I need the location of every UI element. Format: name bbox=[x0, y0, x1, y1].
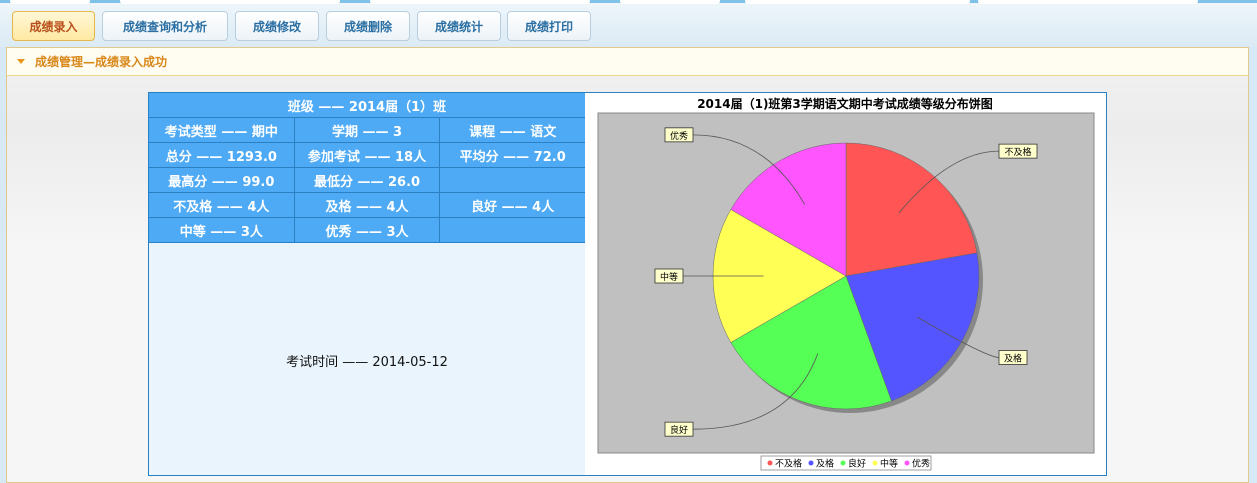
tab-score-modify[interactable]: 成绩修改 bbox=[235, 11, 319, 41]
slice-label-4: 优秀 bbox=[670, 130, 688, 142]
legend-label-3: 中等 bbox=[880, 458, 898, 470]
legend-marker-1 bbox=[808, 460, 814, 466]
class-title: 班级 —— 2014届（1）班 bbox=[287, 99, 447, 115]
table-row: 总分 —— 1293.0 参加考试 —— 18人 平均分 —— 72.0 bbox=[149, 143, 585, 168]
excellent-count-cell: 优秀 —— 3人 bbox=[295, 218, 441, 242]
empty-cell bbox=[440, 168, 585, 192]
class-title-row: 班级 —— 2014届（1）班 bbox=[149, 93, 585, 118]
grade-distribution-pie-chart: 2014届（1)班第3学期语文期中考试成绩等级分布饼图 不及格 及格 良好 中等 优秀 不及… bbox=[585, 92, 1107, 476]
score-summary-table: 班级 —— 2014届（1）班 考试类型 —— 期中 学期 —— 3 课程 ——… bbox=[148, 92, 586, 476]
legend-label-2: 良好 bbox=[848, 458, 866, 470]
legend-label-1: 及格 bbox=[816, 458, 834, 470]
empty-cell bbox=[440, 218, 585, 242]
collapse-caret-icon[interactable] bbox=[17, 59, 25, 64]
top-edge-decoration bbox=[0, 0, 1257, 4]
tab-score-print[interactable]: 成绩打印 bbox=[507, 11, 591, 41]
legend-marker-0 bbox=[767, 460, 773, 466]
table-row: 中等 —— 3人 优秀 —— 3人 bbox=[149, 218, 585, 243]
tab-score-delete[interactable]: 成绩删除 bbox=[326, 11, 410, 41]
tab-score-entry[interactable]: 成绩录入 bbox=[12, 11, 95, 41]
table-row: 不及格 —— 4人 及格 —— 4人 良好 —— 4人 bbox=[149, 193, 585, 218]
good-count-cell: 良好 —— 4人 bbox=[471, 199, 555, 215]
legend-marker-2 bbox=[840, 460, 846, 466]
chart-title: 2014届（1)班第3学期语文期中考试成绩等级分布饼图 bbox=[697, 96, 993, 111]
table-row: 考试类型 —— 期中 学期 —— 3 课程 —— 语文 bbox=[149, 118, 585, 143]
min-score-cell: 最低分 —— 26.0 bbox=[295, 168, 441, 192]
fail-count-cell: 不及格 —— 4人 bbox=[149, 193, 295, 217]
slice-label-3: 中等 bbox=[660, 271, 678, 283]
tab-score-query-analysis[interactable]: 成绩查询和分析 bbox=[102, 11, 228, 41]
pass-count-cell: 及格 —— 4人 bbox=[295, 193, 441, 217]
exam-type-cell: 考试类型 —— 期中 bbox=[149, 118, 295, 142]
pie-chart-svg: 2014届（1)班第3学期语文期中考试成绩等级分布饼图不及格及格良好中等优秀不及… bbox=[597, 96, 1095, 471]
semester-cell: 学期 —— 3 bbox=[295, 118, 441, 142]
average-cell: 平均分 —— 72.0 bbox=[459, 149, 566, 165]
slice-label-1: 及格 bbox=[1004, 353, 1022, 365]
panel-title: 成绩管理—成绩录入成功 bbox=[35, 55, 168, 69]
legend-label-4: 优秀 bbox=[912, 458, 930, 470]
tab-score-statistics[interactable]: 成绩统计 bbox=[417, 11, 501, 41]
max-score-cell: 最高分 —— 99.0 bbox=[149, 168, 295, 192]
exam-time: 考试时间 —— 2014-05-12 bbox=[286, 354, 448, 370]
legend-label-0: 不及格 bbox=[775, 458, 802, 470]
slice-label-0: 不及格 bbox=[1004, 146, 1031, 158]
slice-label-2: 良好 bbox=[670, 424, 688, 436]
total-score-cell: 总分 —— 1293.0 bbox=[149, 143, 295, 167]
top-nav-bar: 成绩录入 成绩查询和分析 成绩修改 成绩删除 成绩统计 成绩打印 bbox=[0, 0, 1257, 47]
table-row: 最高分 —— 99.0 最低分 —— 26.0 bbox=[149, 168, 585, 193]
medium-count-cell: 中等 —— 3人 bbox=[149, 218, 295, 242]
panel-header[interactable]: 成绩管理—成绩录入成功 bbox=[7, 48, 1248, 76]
participants-cell: 参加考试 —— 18人 bbox=[295, 143, 441, 167]
course-cell: 课程 —— 语文 bbox=[469, 124, 557, 140]
legend-marker-4 bbox=[904, 460, 910, 466]
legend-marker-3 bbox=[872, 460, 878, 466]
